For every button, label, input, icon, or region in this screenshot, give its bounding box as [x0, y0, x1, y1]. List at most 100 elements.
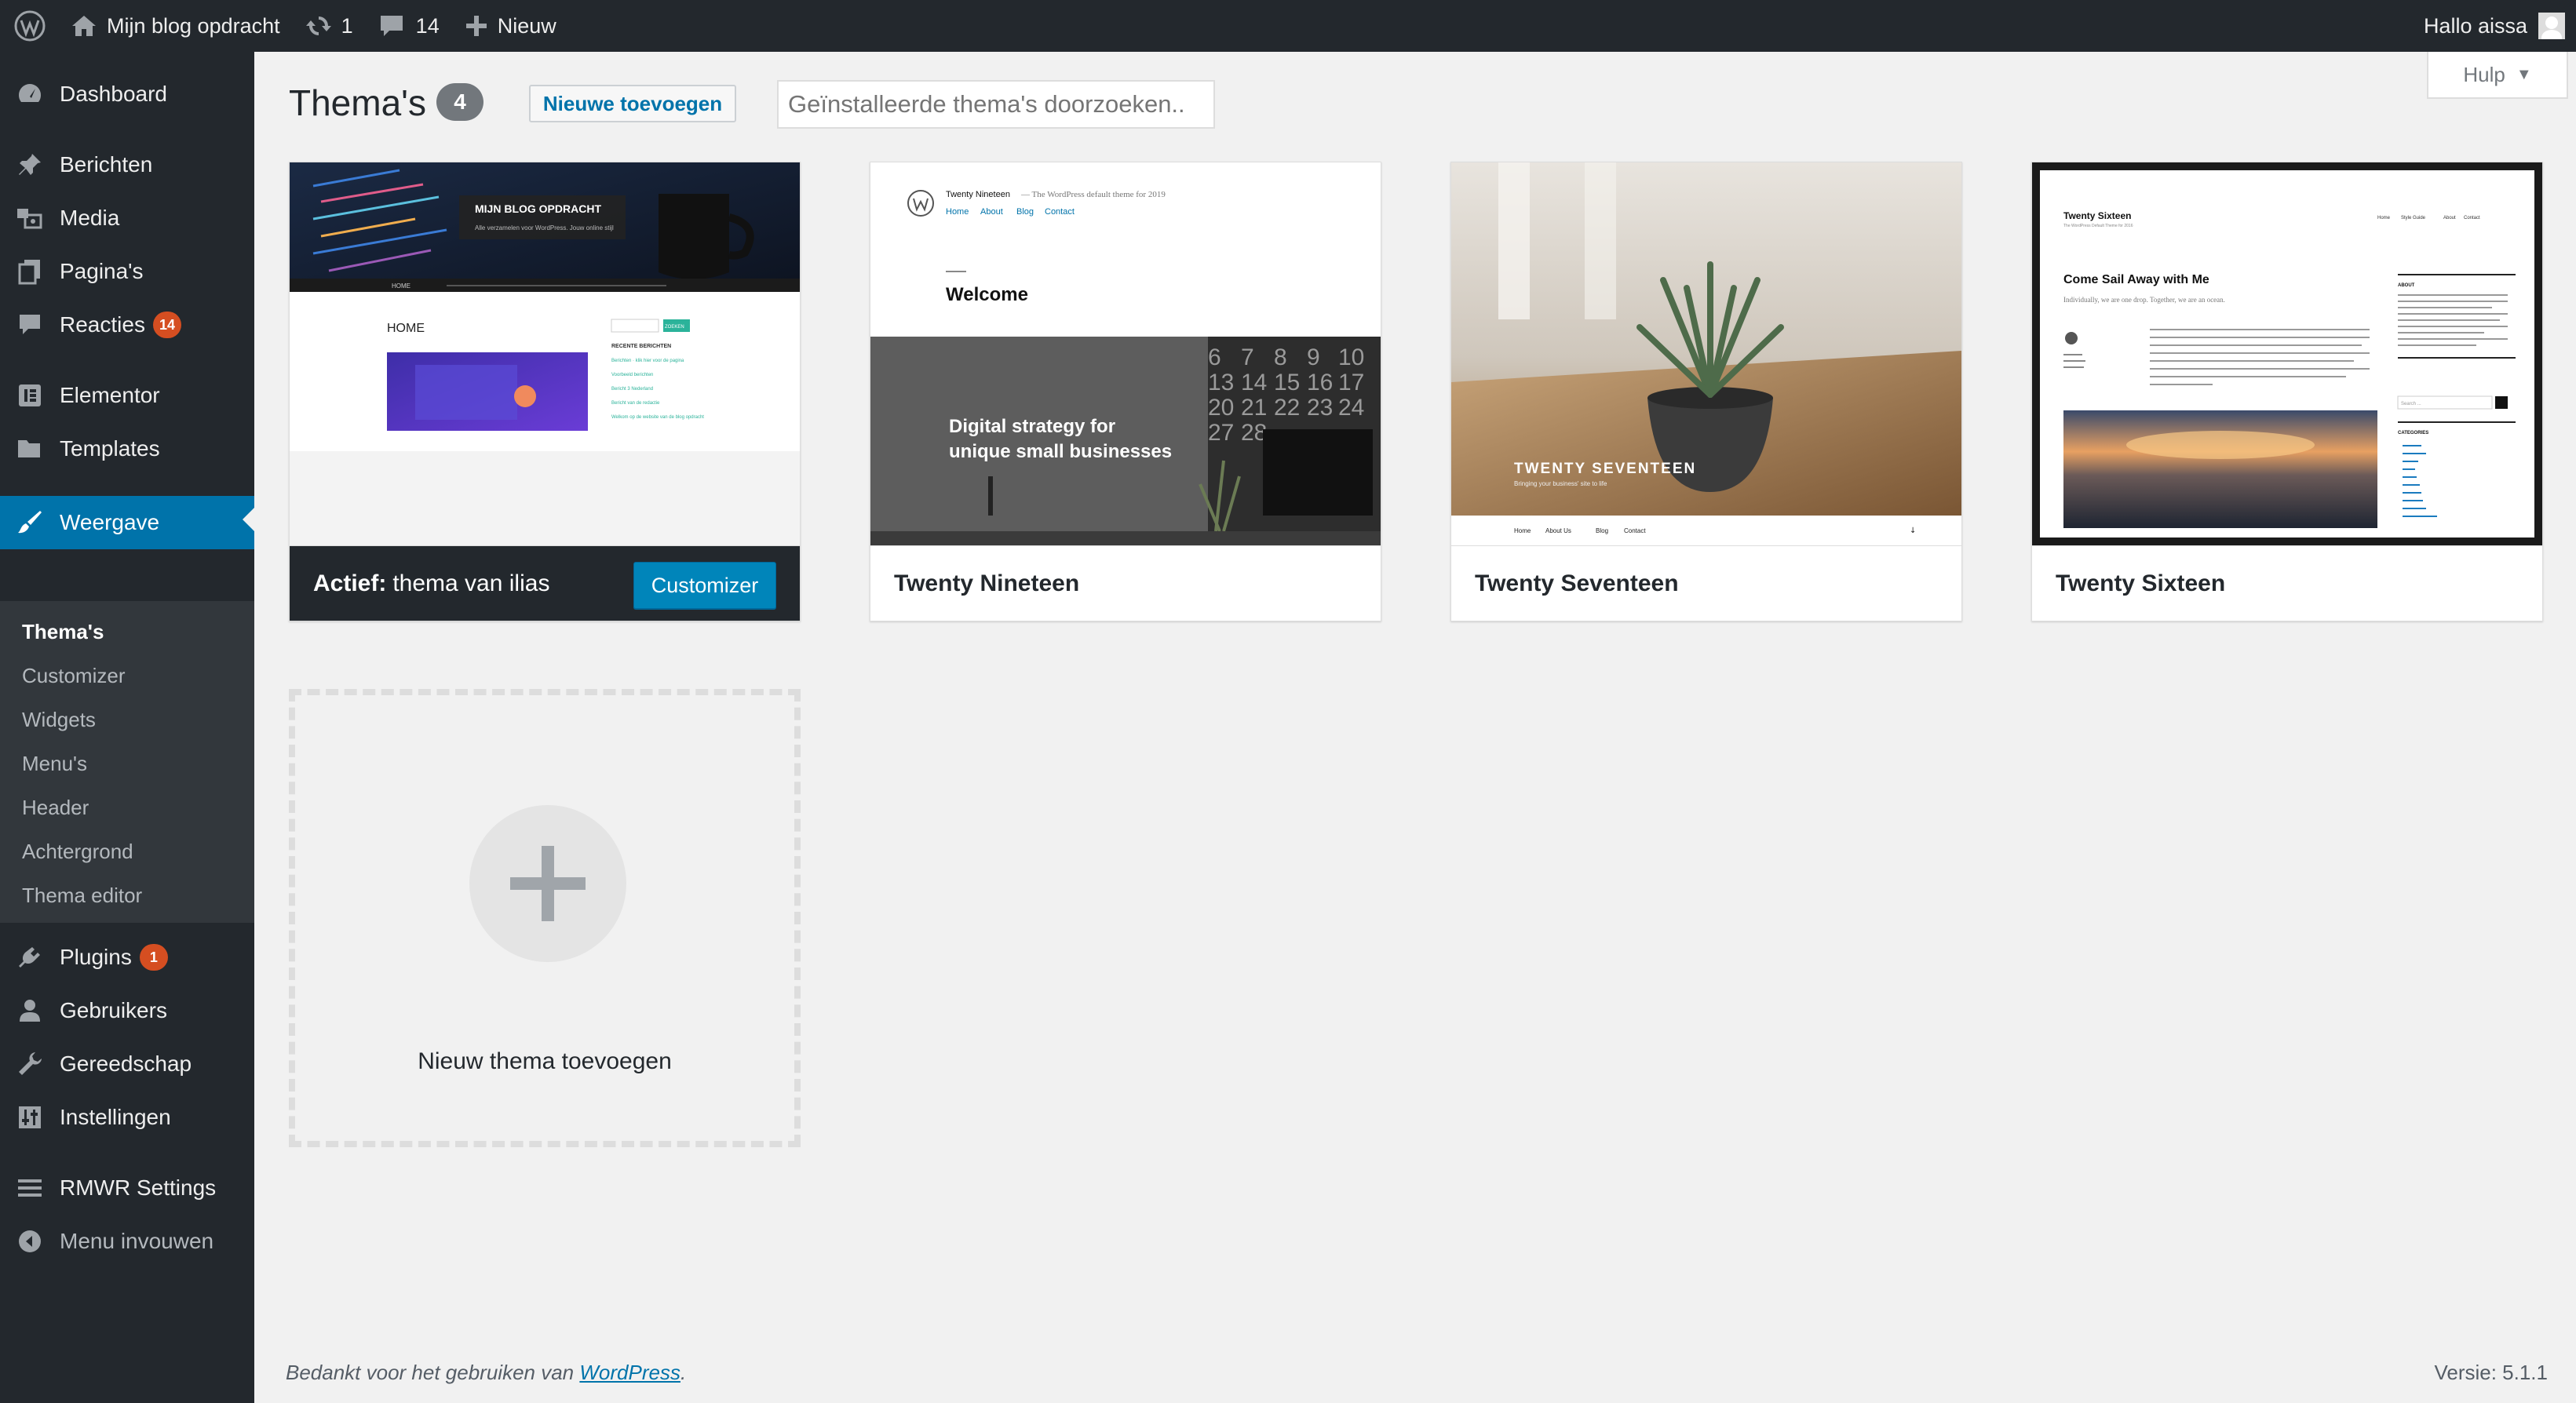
theme-name-bar: Twenty Sixteen — [2032, 545, 2542, 621]
menu-elementor[interactable]: Elementor — [0, 372, 254, 419]
svg-text:Berichten · klik hier voor de: Berichten · klik hier voor de pagina — [611, 359, 684, 363]
svg-text:TWENTY SEVENTEEN: TWENTY SEVENTEEN — [1514, 461, 1696, 477]
user-icon — [0, 998, 60, 1023]
theme-name: Twenty Seventeen — [1475, 570, 1679, 596]
svg-text:About: About — [2443, 216, 2456, 220]
svg-text:Bringing your business' site t: Bringing your business' site to life — [1514, 480, 1607, 487]
svg-text:CATEGORIES: CATEGORIES — [2398, 431, 2428, 435]
svg-text:Blog: Blog — [1596, 527, 1608, 534]
comments-link[interactable]: 14 — [366, 0, 452, 52]
comments-badge: 14 — [152, 312, 181, 338]
theme-screenshot: MIJN BLOG OPDRACHT Alle verzamelen voor … — [290, 162, 800, 545]
page-title: Thema's — [289, 82, 426, 123]
svg-text:— The WordPress default theme: — The WordPress default theme for 2019 — [1020, 190, 1166, 199]
theme-screenshot: Twenty Nineteen — The WordPress default … — [870, 162, 1381, 545]
svg-text:Home: Home — [1514, 527, 1531, 534]
avatar[interactable] — [2538, 13, 2565, 39]
menu-berichten[interactable]: Berichten — [0, 141, 254, 188]
weergave-submenu: Thema's Customizer Widgets Menu's Header… — [0, 601, 254, 923]
add-new-theme-card[interactable]: Nieuw thema toevoegen — [289, 689, 801, 1147]
caret-down-icon: ▼ — [2516, 65, 2532, 83]
submenu-menus[interactable]: Menu's — [22, 752, 87, 776]
collapse-icon — [0, 1229, 60, 1254]
svg-text:10: 10 — [1338, 344, 1364, 370]
menu-dashboard[interactable]: Dashboard — [0, 71, 254, 118]
site-name-link[interactable]: Mijn blog opdracht — [58, 0, 293, 52]
svg-text:Bericht van de redactie: Bericht van de redactie — [611, 401, 660, 406]
svg-text:Individually, we are one drop.: Individually, we are one drop. Together,… — [2063, 296, 2225, 304]
menu-paginas[interactable]: Pagina's — [0, 248, 254, 295]
plus-icon — [469, 805, 626, 962]
menu-rmwr-settings[interactable]: RMWR Settings — [0, 1164, 254, 1212]
theme-screenshot: Twenty Sixteen The WordPress Default The… — [2032, 162, 2542, 545]
theme-name-bar: Actief: thema van ilias Customizer — [290, 545, 800, 621]
menu-weergave[interactable]: Weergave — [0, 496, 254, 549]
help-button[interactable]: Hulp ▼ — [2427, 52, 2568, 99]
theme-name-bar: Twenty Nineteen — [870, 545, 1381, 621]
svg-text:23: 23 — [1307, 395, 1333, 421]
menu-gebruikers[interactable]: Gebruikers — [0, 987, 254, 1034]
customize-button[interactable]: Customizer — [633, 562, 776, 609]
collapse-menu-button[interactable]: Menu invouwen — [0, 1218, 254, 1265]
submenu-header[interactable]: Header — [22, 796, 89, 820]
settings-icon — [0, 1105, 60, 1130]
theme-card-active[interactable]: MIJN BLOG OPDRACHT Alle verzamelen voor … — [289, 162, 801, 621]
theme-card-twenty-sixteen[interactable]: Twenty Sixteen The WordPress Default The… — [2031, 162, 2543, 621]
menu-plugins[interactable]: Plugins 1 — [0, 934, 254, 981]
svg-text:20: 20 — [1208, 395, 1234, 421]
svg-text:Search ...: Search ... — [2401, 402, 2421, 406]
active-prefix: Actief: — [313, 570, 387, 596]
svg-text:24: 24 — [1338, 395, 1364, 421]
svg-text:6: 6 — [1208, 344, 1221, 370]
site-name: Mijn blog opdracht — [107, 13, 280, 38]
svg-text:Blog: Blog — [1016, 207, 1034, 217]
submenu-thema-editor[interactable]: Thema editor — [22, 884, 142, 908]
theme-search-input[interactable] — [777, 80, 1215, 129]
updates-link[interactable]: 1 — [293, 0, 366, 52]
svg-text:Bericht 3 Nederland: Bericht 3 Nederland — [611, 387, 653, 392]
menu-media[interactable]: Media — [0, 195, 254, 242]
comment-icon — [380, 16, 403, 36]
submenu-themas[interactable]: Thema's — [22, 620, 104, 644]
wrench-icon — [0, 1051, 60, 1077]
svg-text:↓: ↓ — [1910, 527, 1916, 535]
theme-screenshot: TWENTY SEVENTEEN Bringing your business'… — [1451, 162, 1961, 545]
menu-templates[interactable]: Templates — [0, 425, 254, 472]
svg-text:13: 13 — [1208, 370, 1234, 395]
submenu-customizer[interactable]: Customizer — [22, 664, 125, 688]
comment-icon — [0, 312, 60, 337]
svg-text:Home: Home — [2377, 216, 2391, 220]
account-greeting[interactable]: Hallo aissa — [2424, 14, 2527, 38]
svg-text:ZOEKEN: ZOEKEN — [665, 325, 684, 330]
svg-text:7: 7 — [1241, 344, 1254, 370]
svg-text:22: 22 — [1274, 395, 1300, 421]
admin-bar: Mijn blog opdracht 1 14 Nieuw Hallo aiss… — [0, 0, 2576, 52]
svg-text:15: 15 — [1274, 370, 1300, 395]
theme-name-bar: Twenty Seventeen — [1451, 545, 1961, 621]
svg-text:27: 27 — [1208, 420, 1234, 446]
theme-card-twenty-nineteen[interactable]: Twenty Nineteen — The WordPress default … — [870, 162, 1381, 621]
dashboard-icon — [0, 81, 60, 108]
comments-count: 14 — [415, 13, 440, 38]
menu-reacties[interactable]: Reacties 14 — [0, 301, 254, 348]
updates-count: 1 — [341, 13, 353, 38]
svg-text:Come Sail Away with Me: Come Sail Away with Me — [2063, 273, 2209, 286]
wordpress-link[interactable]: WordPress — [579, 1361, 680, 1384]
menu-instellingen[interactable]: Instellingen — [0, 1094, 254, 1141]
add-new-theme-button[interactable]: Nieuwe toevoegen — [529, 85, 736, 122]
add-new-theme-label: Nieuw thema toevoegen — [418, 1048, 672, 1074]
menu-gereedschap[interactable]: Gereedschap — [0, 1040, 254, 1088]
svg-text:Welcome: Welcome — [946, 284, 1028, 305]
svg-text:17: 17 — [1338, 370, 1364, 395]
refresh-icon — [305, 16, 331, 35]
svg-text:HOME: HOME — [392, 282, 410, 290]
new-content-link[interactable]: Nieuw — [452, 0, 569, 52]
active-menu-arrow — [243, 508, 254, 531]
wordpress-logo-icon[interactable] — [0, 0, 58, 52]
theme-card-twenty-seventeen[interactable]: TWENTY SEVENTEEN Bringing your business'… — [1450, 162, 1962, 621]
plus-icon — [465, 16, 487, 36]
plugins-badge: 1 — [139, 944, 168, 971]
submenu-widgets[interactable]: Widgets — [22, 708, 96, 732]
submenu-achtergrond[interactable]: Achtergrond — [22, 840, 133, 864]
svg-text:Welkom op de website van de bl: Welkom op de website van de blog opdrach… — [611, 415, 704, 420]
